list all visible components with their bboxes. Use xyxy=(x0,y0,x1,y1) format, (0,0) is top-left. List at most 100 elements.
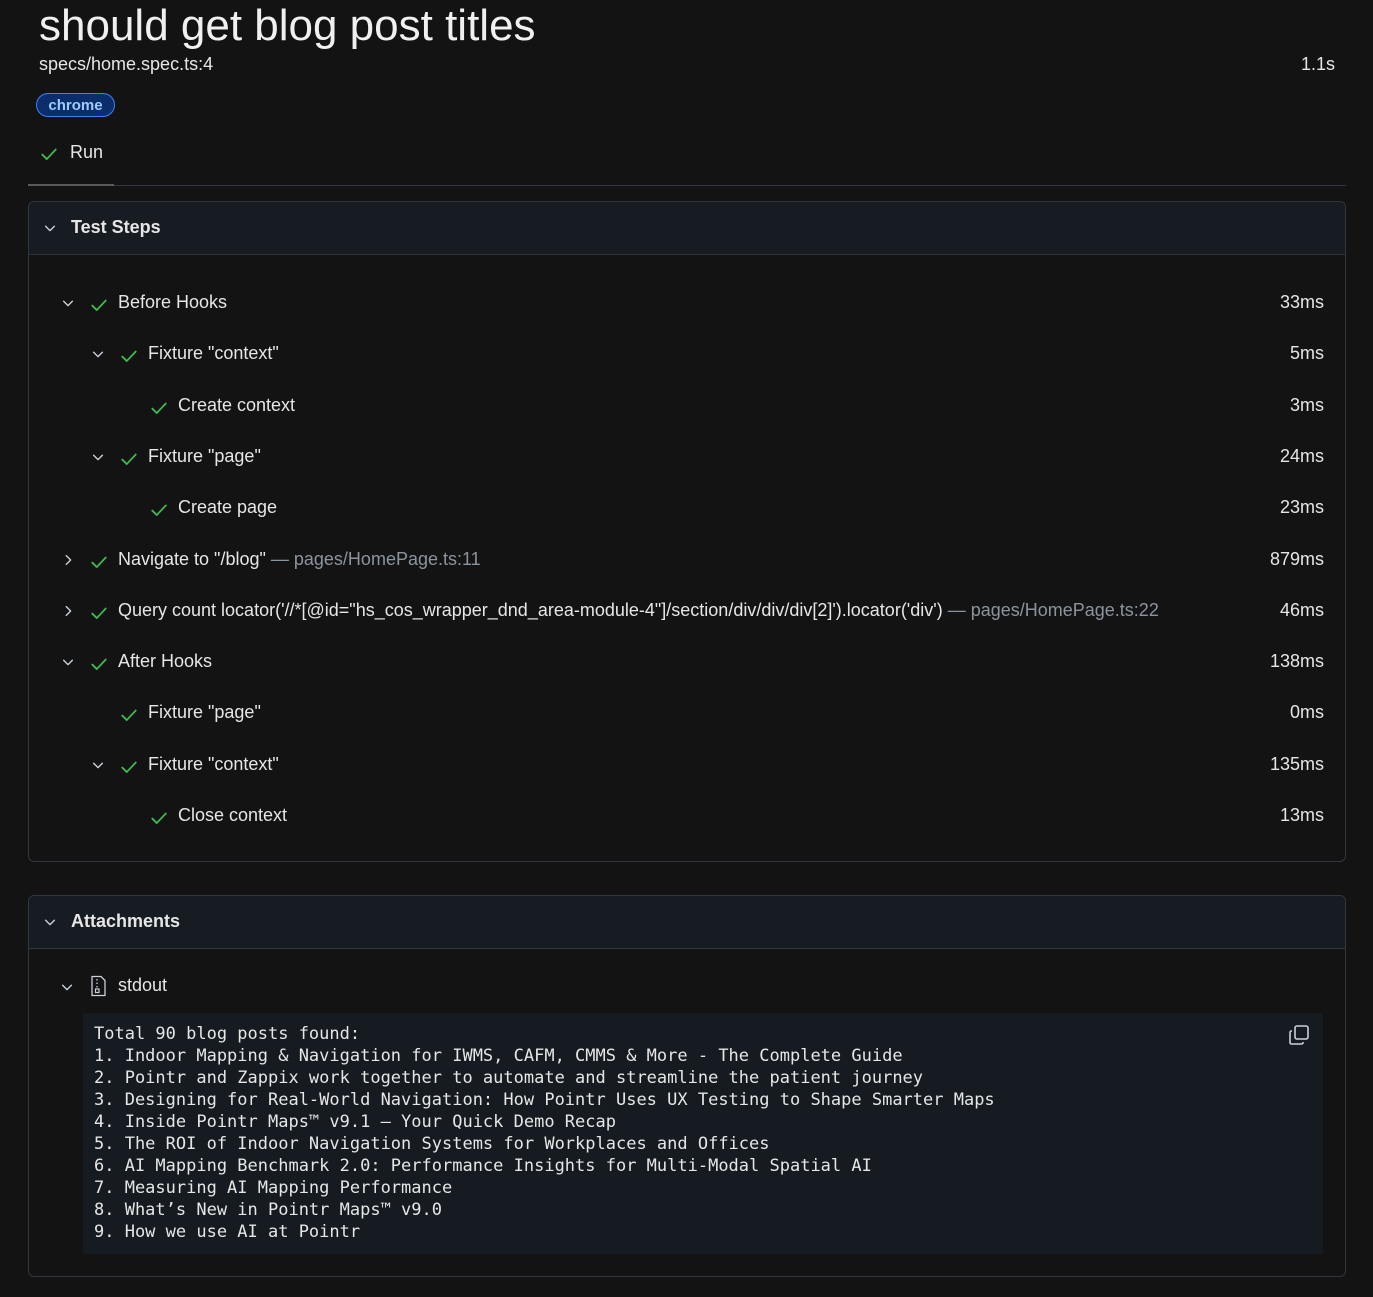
step-duration: 3ms xyxy=(1289,395,1324,415)
step-row[interactable]: Before Hooks 33ms xyxy=(29,283,1345,323)
run-tabs: Run xyxy=(28,132,1346,186)
step-location-link[interactable]: — pages/HomePage.ts:22 xyxy=(948,600,1159,620)
step-row[interactable]: Create page 23ms xyxy=(29,488,1345,528)
step-title: Before Hooks xyxy=(118,292,227,313)
page-title: should get blog post titles xyxy=(39,1,536,50)
check-icon xyxy=(121,453,137,465)
step-title: Fixture "page" xyxy=(148,446,261,467)
check-icon xyxy=(91,607,107,619)
stdout-line: 5. The ROI of Indoor Navigation Systems … xyxy=(94,1134,770,1154)
step-duration: 13ms xyxy=(1279,805,1324,825)
step-row[interactable]: Fixture "context" 135ms xyxy=(29,745,1345,785)
step-title: Create context xyxy=(178,395,295,416)
attachments-card: Attachments stdout Total 90 blog posts f… xyxy=(28,895,1346,1277)
step-title: After Hooks xyxy=(118,651,212,672)
step-duration: 23ms xyxy=(1279,497,1324,517)
step-duration: 46ms xyxy=(1279,600,1324,620)
step-row[interactable]: Navigate to "/blog" — pages/HomePage.ts:… xyxy=(29,540,1345,580)
step-row[interactable]: Fixture "page" 0ms xyxy=(29,693,1345,733)
stdout-line: 8. What’s New in Pointr Maps™ v9.0 xyxy=(94,1200,442,1220)
step-title-text: Fixture "context" xyxy=(148,343,279,363)
step-row[interactable]: After Hooks 138ms xyxy=(29,642,1345,682)
stdout-line: 9. How we use AI at Pointr xyxy=(94,1222,361,1242)
stdout-lines: Total 90 blog posts found: 1. Indoor Mapp… xyxy=(94,1023,1312,1243)
step-title-text: After Hooks xyxy=(118,651,213,671)
step-duration: 879ms xyxy=(1269,549,1324,569)
check-icon xyxy=(151,402,167,414)
copy-icon[interactable] xyxy=(1287,1023,1311,1047)
step-title-text: Create context xyxy=(178,395,296,415)
check-icon xyxy=(121,350,137,362)
check-icon xyxy=(151,812,167,824)
step-row[interactable]: Query count locator('//*[@id="hs_cos_wra… xyxy=(29,591,1345,631)
step-duration: 0ms xyxy=(1289,702,1324,722)
stdout-content: Total 90 blog posts found: 1. Indoor Mapp… xyxy=(83,1013,1323,1254)
step-row[interactable]: Fixture "context" 5ms xyxy=(29,334,1345,374)
step-title: Fixture "page" xyxy=(148,702,261,723)
file-icon xyxy=(91,975,106,997)
step-duration: 135ms xyxy=(1269,754,1324,774)
card-title: Attachments xyxy=(71,911,181,931)
stdout-line: 1. Indoor Mapping & Navigation for IWMS,… xyxy=(94,1046,903,1066)
step-row[interactable]: Create context 3ms xyxy=(29,386,1345,426)
check-icon xyxy=(121,709,137,721)
stdout-line: Total 90 blog posts found: xyxy=(94,1024,361,1044)
step-row[interactable]: Close context 13ms xyxy=(29,796,1345,836)
check-icon xyxy=(91,556,107,568)
stdout-line: 6. AI Mapping Benchmark 2.0: Performance… xyxy=(94,1156,872,1176)
step-title: Close context xyxy=(178,805,287,826)
step-title: Fixture "context" xyxy=(148,754,279,775)
stdout-line: 4. Inside Pointr Maps™ v9.1 — Your Quick… xyxy=(94,1112,616,1132)
step-title-text: Fixture "page" xyxy=(148,446,261,466)
chevron-down-icon[interactable] xyxy=(61,655,75,669)
chevron-down-icon[interactable] xyxy=(91,347,105,361)
step-title-text: Before Hooks xyxy=(118,292,228,312)
test-result-page: should get blog post titles specs/home.s… xyxy=(0,0,1373,1297)
check-icon xyxy=(41,148,57,160)
stdout-line: 7. Measuring AI Mapping Performance xyxy=(94,1178,453,1198)
step-title: Create page xyxy=(178,497,277,518)
test-subline: specs/home.spec.ts:4 1.1s xyxy=(39,54,1335,78)
step-row[interactable]: Fixture "page" 24ms xyxy=(29,437,1345,477)
step-title: Query count locator('//*[@id="hs_cos_wra… xyxy=(118,600,1159,621)
stdout-line: 3. Designing for Real-World Navigation: … xyxy=(94,1090,995,1110)
step-duration: 33ms xyxy=(1279,292,1324,312)
tab-run[interactable]: Run xyxy=(28,132,114,186)
spec-path-link[interactable]: specs/home.spec.ts:4 xyxy=(39,54,213,75)
step-title-text: Query count locator('//*[@id="hs_cos_wra… xyxy=(118,600,943,620)
step-title-text: Navigate to "/blog" xyxy=(118,549,266,569)
chevron-down-icon xyxy=(61,984,73,991)
step-title-text: Create page xyxy=(178,497,278,517)
stdout-line: 2. Pointr and Zappix work together to au… xyxy=(94,1068,924,1088)
check-icon xyxy=(151,504,167,516)
chevron-down-icon xyxy=(44,225,56,232)
attachments-header[interactable]: Attachments xyxy=(29,896,1345,949)
step-title-text: Fixture "context" xyxy=(148,754,279,774)
chevron-down-icon xyxy=(44,919,56,926)
step-title-text: Fixture "page" xyxy=(148,702,261,722)
step-duration: 138ms xyxy=(1269,651,1324,671)
test-header: should get blog post titles specs/home.s… xyxy=(39,0,1335,74)
step-duration: 5ms xyxy=(1289,343,1324,363)
step-location-link[interactable]: — pages/HomePage.ts:11 xyxy=(271,549,481,569)
step-duration: 24ms xyxy=(1279,446,1324,466)
step-title: Fixture "context" xyxy=(148,343,279,364)
chevron-down-icon[interactable] xyxy=(91,758,105,772)
check-icon xyxy=(91,299,107,311)
test-duration: 1.1s xyxy=(1300,54,1335,74)
step-title-text: Close context xyxy=(178,805,288,825)
attachment-name: stdout xyxy=(118,975,168,995)
chevron-down-icon[interactable] xyxy=(91,450,105,464)
chevron-right-icon[interactable] xyxy=(61,604,75,618)
test-steps-header[interactable]: Test Steps xyxy=(29,202,1345,255)
project-badge[interactable]: chrome xyxy=(36,93,115,117)
chevron-down-icon[interactable] xyxy=(61,296,75,310)
check-icon xyxy=(91,658,107,670)
test-steps-card: Test Steps Before Hooks 33ms Fixture "cont… xyxy=(28,201,1346,862)
attachment-stdout[interactable]: stdout xyxy=(29,966,1345,1006)
chevron-right-icon[interactable] xyxy=(61,553,75,567)
card-title: Test Steps xyxy=(71,217,161,237)
check-icon xyxy=(121,761,137,773)
tab-label: Run xyxy=(70,142,104,162)
step-title: Navigate to "/blog" — pages/HomePage.ts:… xyxy=(118,549,481,570)
